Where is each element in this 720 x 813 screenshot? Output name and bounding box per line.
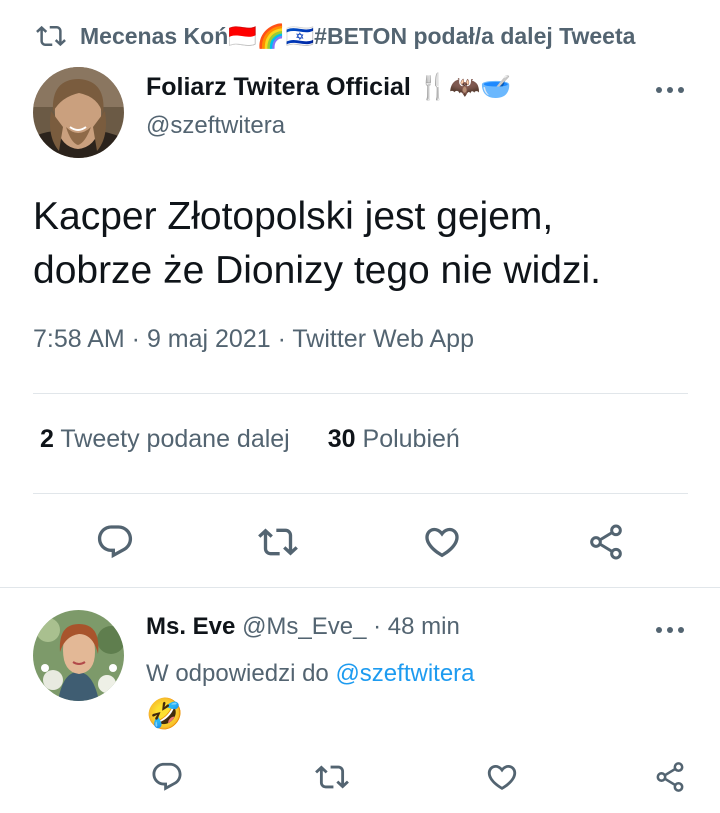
reply-icon [150,760,184,794]
retweet-icon [258,522,298,562]
retweet-icon [315,760,349,794]
author-avatar[interactable] [33,67,124,158]
reply-handle-time: @Ms_Eve_ · 48 min [242,613,460,640]
reply-author-avatar[interactable] [33,610,124,701]
likes-stat[interactable]: 30 Polubień [328,425,460,454]
reply-icon [95,522,135,562]
author-handle[interactable]: @szeftwitera [146,112,285,140]
likes-label: Polubień [362,425,460,453]
like-icon [422,522,462,562]
retweets-label: Tweety podane dalej [60,425,290,453]
likes-count: 30 [327,425,356,453]
reply-retweet-button[interactable] [315,760,349,794]
retweet-context-text: Mecenas Koń🇮🇩🌈🇮🇱#BETON podał/a dalej Twe… [80,22,636,49]
share-button[interactable] [586,522,626,562]
tweet-meta[interactable]: 7:58 AM · 9 maj 2021 · Twitter Web App [33,325,474,354]
retweet-button[interactable] [258,522,298,562]
reply-text: 🤣 [146,698,184,731]
retweet-icon [36,21,66,51]
divider [33,493,688,494]
retweet-context[interactable]: Mecenas Koń🇮🇩🌈🇮🇱#BETON podał/a dalej Twe… [36,19,635,53]
author-name: Foliarz Twitera Official [146,73,411,101]
reply-to-prefix: W odpowiedzi do [146,660,329,687]
reply-share-button[interactable] [653,760,687,794]
author-name-row[interactable]: Foliarz Twitera Official 🍴🦇🥣 [146,73,511,102]
reply-header[interactable]: Ms. Eve @Ms_Eve_ · 48 min [146,613,460,641]
reply-to-line: W odpowiedzi do @szeftwitera [146,660,475,688]
tweet-text-line-2: dobrze że Dionizy tego nie widzi. [33,249,601,292]
retweets-stat[interactable]: 2 Tweety podane dalej [40,425,290,454]
share-icon [586,522,626,562]
reply-like-button[interactable] [485,760,519,794]
reply-author-name: Ms. Eve [146,613,236,640]
tweet-text-line-1: Kacper Złotopolski jest gejem, [33,195,554,238]
retweets-count: 2 [40,425,54,453]
tweet-stats: 2 Tweety podane dalej 30 Polubień [40,425,460,454]
tweet-text: Kacper Złotopolski jest gejem, dobrze że… [33,190,693,298]
divider [33,393,688,394]
reply-button[interactable] [95,522,135,562]
divider [0,587,720,588]
like-button[interactable] [422,522,462,562]
like-icon [485,760,519,794]
share-icon [653,760,687,794]
reply-more-icon[interactable] [655,625,685,635]
reply-reply-button[interactable] [150,760,184,794]
author-emojis: 🍴🦇🥣 [417,73,512,101]
more-icon[interactable] [655,85,685,95]
reply-to-link[interactable]: @szeftwitera [335,660,474,687]
